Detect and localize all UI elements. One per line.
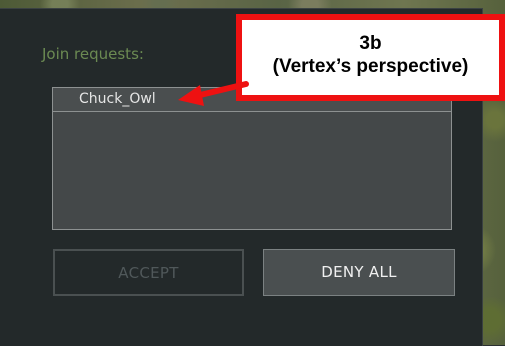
accept-button[interactable]: ACCEPT — [53, 249, 244, 296]
deny-all-button[interactable]: DENY ALL — [263, 249, 455, 296]
join-requests-list: Chuck_Owl — [52, 87, 452, 230]
annotation-callout: 3b (Vertex’s perspective) — [236, 14, 505, 101]
request-player-name: Chuck_Owl — [79, 91, 156, 107]
join-requests-label: Join requests: — [42, 45, 144, 63]
annotation-step-label: 3b — [359, 33, 382, 54]
annotation-caption: (Vertex’s perspective) — [272, 56, 469, 77]
